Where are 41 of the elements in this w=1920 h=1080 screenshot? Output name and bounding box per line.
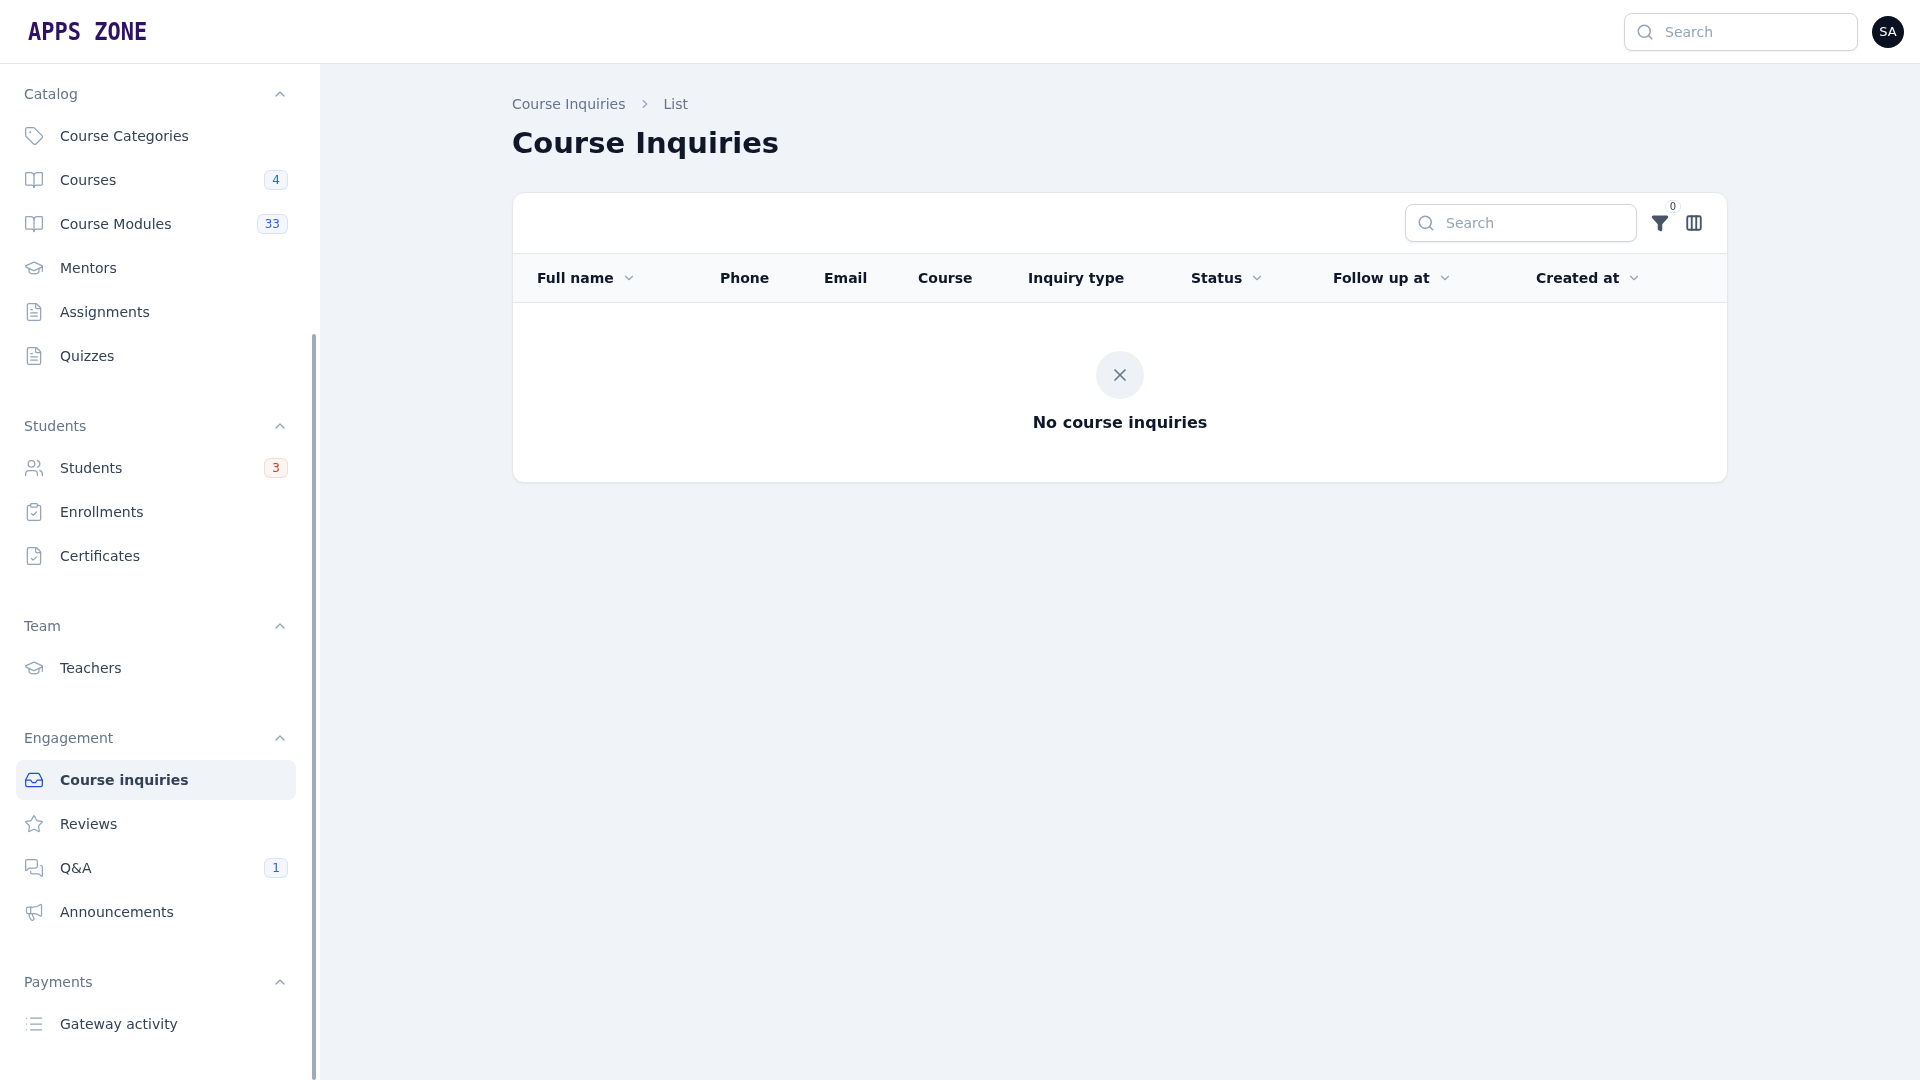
column-header: Course xyxy=(918,270,974,286)
breadcrumb-link[interactable]: Course Inquiries xyxy=(512,96,626,112)
column-header[interactable]: Follow up at xyxy=(1333,270,1452,286)
sidebar-item[interactable]: Q&A 1 xyxy=(16,848,296,888)
column-header[interactable]: Created at xyxy=(1536,270,1642,286)
column-header[interactable]: Status xyxy=(1191,270,1265,286)
filter-count-badge: 0 xyxy=(1664,200,1681,213)
sidebar-item[interactable]: Courses 4 xyxy=(16,160,296,200)
column-header: Inquiry type xyxy=(1028,270,1126,286)
sidebar-section-header[interactable]: Payments xyxy=(16,966,296,998)
logo: APPS ZONE xyxy=(28,17,148,46)
sidebar-item[interactable]: Reviews xyxy=(16,804,296,844)
search-field[interactable]: Search xyxy=(1624,12,1858,51)
sidebar-item[interactable]: Announcements xyxy=(16,892,296,932)
count-badge: 1 xyxy=(264,858,288,878)
empty-message: No course inquiries xyxy=(1032,413,1208,432)
count-badge: 4 xyxy=(264,170,288,190)
sidebar-item[interactable]: Assignments xyxy=(16,292,296,332)
breadcrumb-link[interactable]: List xyxy=(663,96,688,112)
count-badge: 3 xyxy=(264,458,288,478)
sidebar-section-header[interactable]: Team xyxy=(16,610,296,642)
sidebar-section-header[interactable]: Catalog xyxy=(16,78,296,110)
sidebar-section-header[interactable]: Students xyxy=(16,410,296,442)
sidebar-item[interactable]: Mentors xyxy=(16,248,296,288)
column-header[interactable]: Full name xyxy=(537,270,636,286)
sidebar-item[interactable]: Teachers xyxy=(16,648,296,688)
sidebar-item[interactable]: Course Modules 33 xyxy=(16,204,296,244)
sidebar-item[interactable]: Enrollments xyxy=(16,492,296,532)
sidebar-item[interactable]: Students 3 xyxy=(16,448,296,488)
user-avatar[interactable]: SA xyxy=(1872,15,1904,48)
table-search-field[interactable]: Search xyxy=(1405,204,1637,242)
sidebar-item[interactable]: Gateway activity xyxy=(16,1004,296,1044)
sidebar-item[interactable]: Course Categories xyxy=(16,116,296,156)
sidebar-section-header[interactable]: Engagement xyxy=(16,722,296,754)
column-header: Phone xyxy=(720,270,771,286)
sidebar-item[interactable]: Certificates xyxy=(16,536,296,576)
sidebar-item[interactable]: Quizzes xyxy=(16,336,296,376)
sidebar-item[interactable]: Course inquiries xyxy=(16,760,296,800)
column-header: Email xyxy=(824,270,869,286)
count-badge: 33 xyxy=(256,214,288,234)
page-title: Course Inquiries xyxy=(512,126,781,160)
